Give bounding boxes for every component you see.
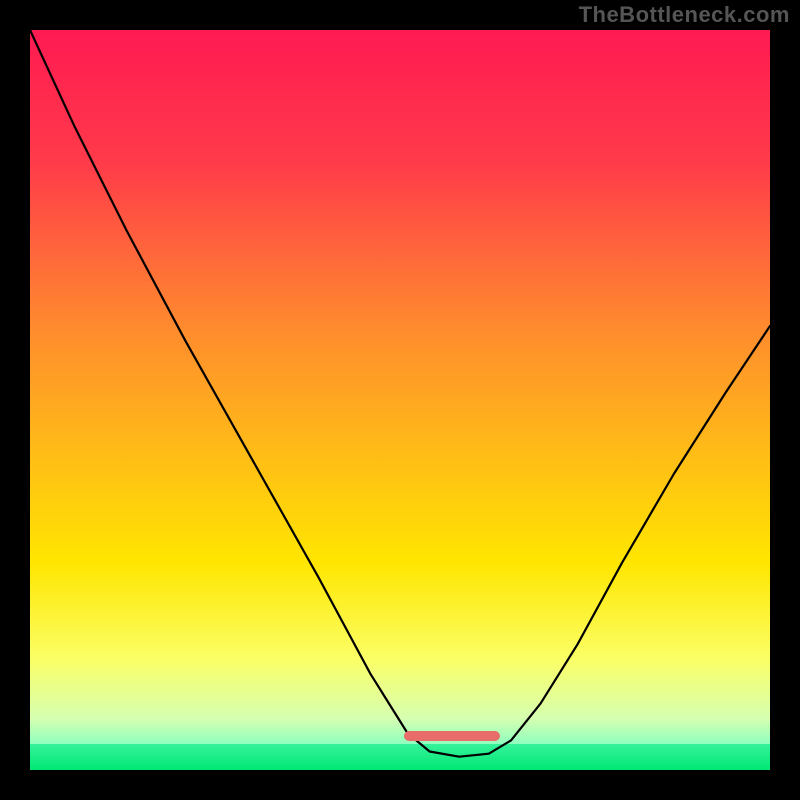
chart-frame: TheBottleneck.com	[0, 0, 800, 800]
bottleneck-curve-svg	[30, 30, 770, 770]
watermark-text: TheBottleneck.com	[579, 2, 790, 28]
optimal-range-marker	[404, 731, 500, 741]
plot-area	[30, 30, 770, 770]
bottleneck-curve-path	[30, 30, 770, 757]
